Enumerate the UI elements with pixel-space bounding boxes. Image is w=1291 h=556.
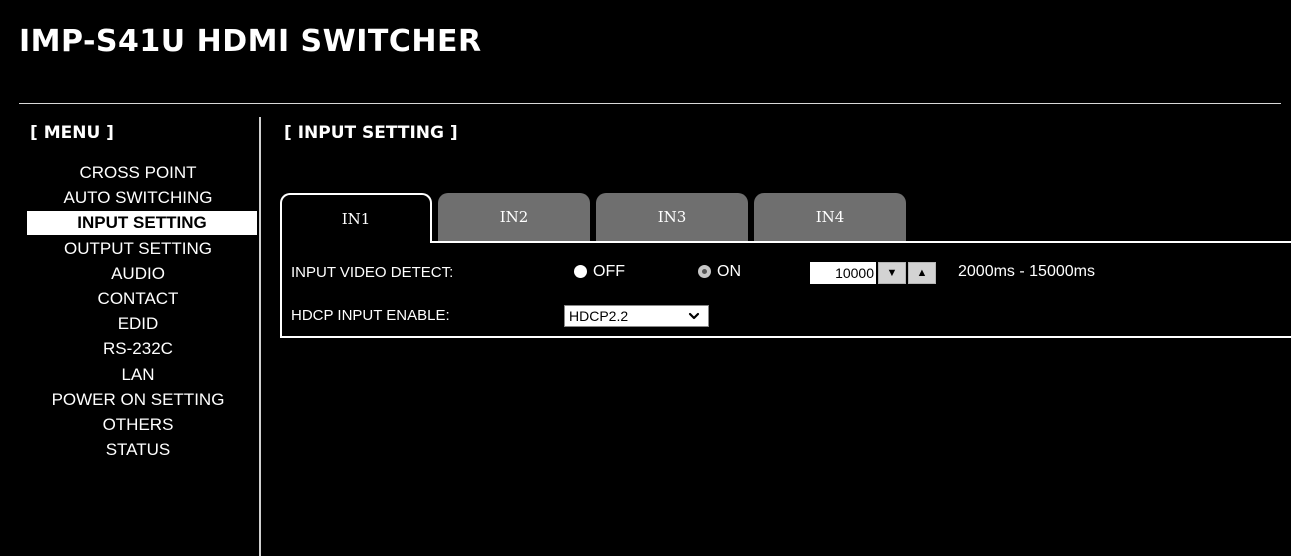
radio-on-icon[interactable] [698, 264, 711, 278]
menu-heading: [ MENU ] [30, 123, 114, 143]
decrement-button[interactable]: ▼ [878, 262, 906, 284]
menu-item-auto-switching[interactable]: AUTO SWITCHING [19, 186, 257, 209]
video-detect-on-option[interactable]: ON [698, 263, 741, 281]
hdcp-selected-value: HDCP2.2 [569, 308, 629, 324]
increment-button[interactable]: ▲ [908, 262, 936, 284]
input-settings-panel: INPUT VIDEO DETECT: OFF ON 10000 ▼ ▲ 200… [280, 241, 1291, 338]
app-window: IMP-S41U HDMI SWITCHER [ MENU ] CROSS PO… [0, 0, 1291, 556]
sidebar: [ MENU ] CROSS POINT AUTO SWITCHING INPU… [19, 123, 257, 556]
tab-in3[interactable]: IN3 [596, 193, 748, 241]
video-detect-off-label: OFF [593, 263, 625, 280]
chevron-down-icon [688, 312, 700, 320]
sidebar-divider [259, 117, 261, 556]
menu-item-status[interactable]: STATUS [19, 438, 257, 461]
hdcp-input-select[interactable]: HDCP2.2 [564, 305, 709, 327]
app-title: IMP-S41U HDMI SWITCHER [19, 24, 482, 59]
header-divider [19, 103, 1281, 104]
menu-list: CROSS POINT AUTO SWITCHING INPUT SETTING… [19, 161, 257, 463]
menu-item-cross-point[interactable]: CROSS POINT [19, 161, 257, 184]
menu-item-lan[interactable]: LAN [19, 363, 257, 386]
menu-item-others[interactable]: OTHERS [19, 413, 257, 436]
menu-item-edid[interactable]: EDID [19, 312, 257, 335]
video-detect-on-label: ON [717, 263, 741, 280]
tab-in2[interactable]: IN2 [438, 193, 590, 241]
menu-item-input-setting[interactable]: INPUT SETTING [27, 211, 257, 235]
menu-item-audio[interactable]: AUDIO [19, 262, 257, 285]
video-detect-range-text: 2000ms - 15000ms [958, 263, 1095, 280]
video-detect-off-option[interactable]: OFF [574, 263, 625, 281]
menu-item-contact[interactable]: CONTACT [19, 287, 257, 310]
menu-item-power-on-setting[interactable]: POWER ON SETTING [19, 388, 257, 411]
tab-in4[interactable]: IN4 [754, 193, 906, 241]
section-title: [ INPUT SETTING ] [284, 123, 458, 143]
hdcp-input-enable-label: HDCP INPUT ENABLE: [291, 307, 450, 324]
menu-item-output-setting[interactable]: OUTPUT SETTING [19, 237, 257, 260]
menu-item-rs-232c[interactable]: RS-232C [19, 337, 257, 360]
tab-in1[interactable]: IN1 [280, 193, 432, 243]
radio-off-icon[interactable] [574, 264, 587, 278]
input-video-detect-label: INPUT VIDEO DETECT: [291, 264, 454, 281]
video-detect-time-input[interactable]: 10000 [810, 262, 876, 284]
